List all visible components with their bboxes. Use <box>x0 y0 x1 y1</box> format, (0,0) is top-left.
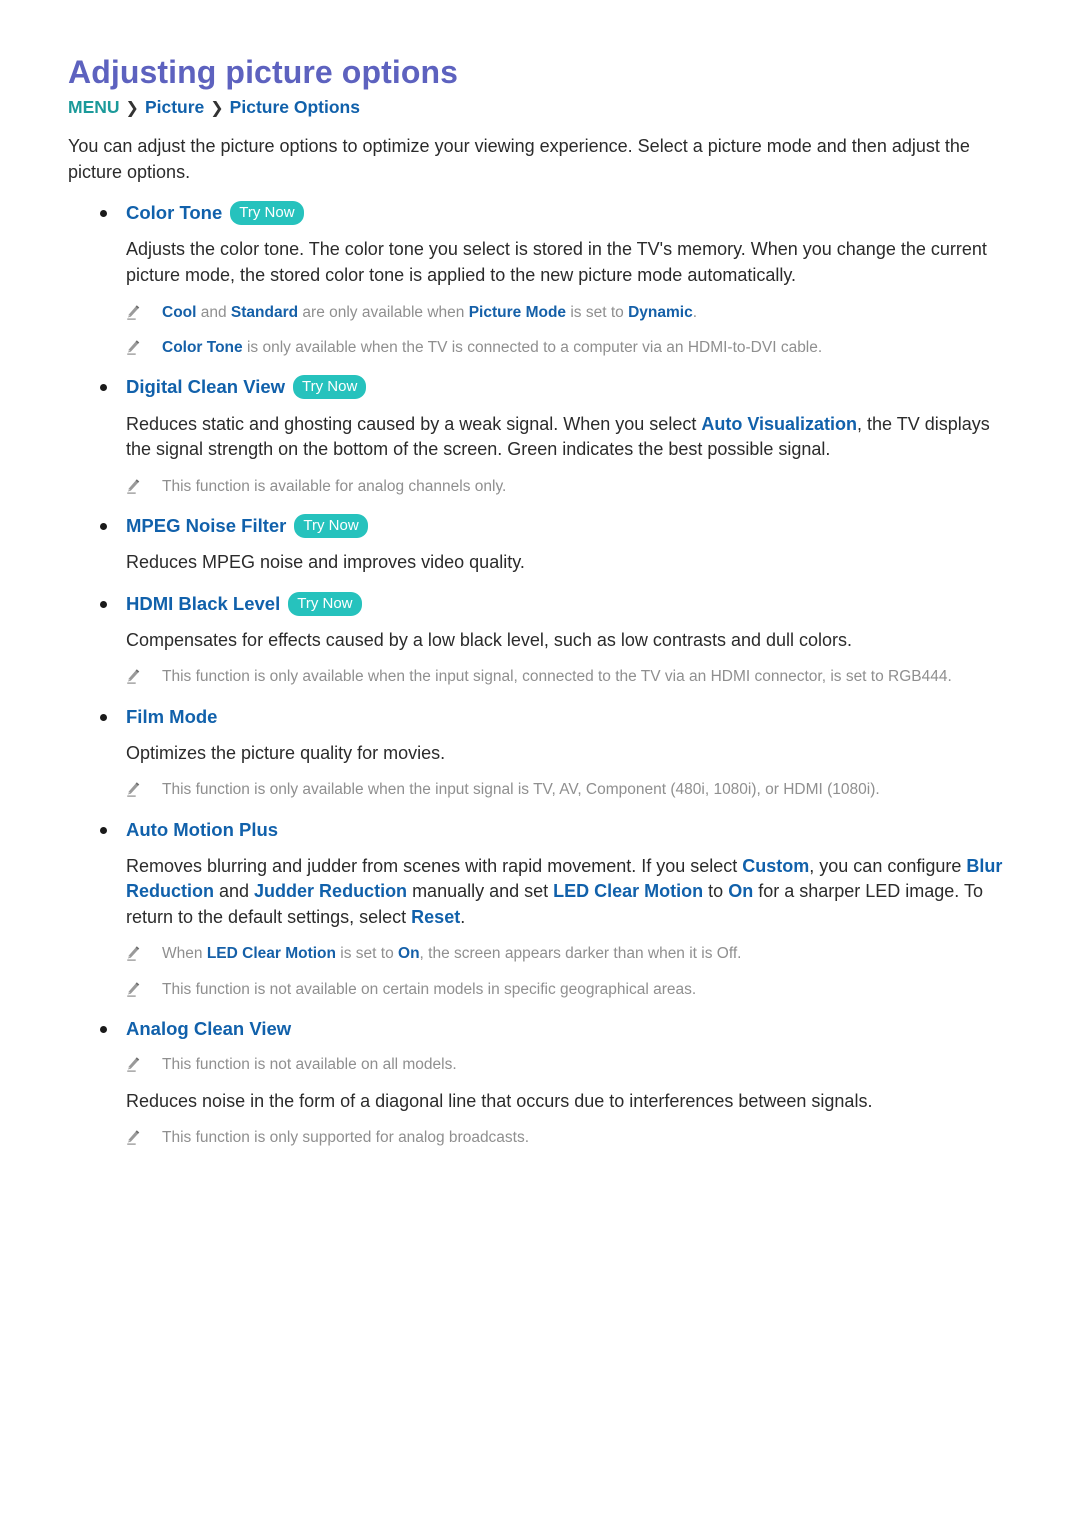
try-now-badge[interactable]: Try Now <box>294 514 368 539</box>
pencil-icon <box>124 667 142 686</box>
breadcrumb-separator-icon: ❯ <box>210 100 224 118</box>
note-text: This function is only supported for anal… <box>162 1129 530 1147</box>
document-page: Adjusting picture options MENU ❯ Picture ❯ P… <box>0 0 1080 1527</box>
note-text: This function is available for analog ch… <box>162 477 507 495</box>
section-heading-mpeg-noise-filter: MPEG Noise Filter Try Now <box>68 514 1012 539</box>
note-item: This function is only supported for anal… <box>68 1127 1012 1149</box>
section-auto-motion-plus: Auto Motion Plus Removes blurring and jud… <box>68 818 1012 1002</box>
section-heading-label: Color Tone <box>126 202 223 224</box>
note-item: Cool and Standard are only available whe… <box>68 302 1012 324</box>
breadcrumb-level1[interactable]: Picture <box>145 97 204 117</box>
note-item: This function is available for analog ch… <box>68 476 1012 498</box>
section-body-analog-clean-view: Reduces noise in the form of a diagonal … <box>126 1090 873 1111</box>
bullet-icon <box>100 600 107 608</box>
pencil-icon <box>124 944 142 963</box>
note-text: This function is only available when the… <box>162 668 952 686</box>
breadcrumb: MENU ❯ Picture ❯ Picture Options <box>68 97 1012 118</box>
try-now-badge[interactable]: Try Now <box>230 201 304 226</box>
section-body-mpeg-noise-filter: Reduces MPEG noise and improves video qu… <box>126 552 525 573</box>
section-body-digital-clean-view: Reduces static and ghosting caused by a … <box>126 413 990 460</box>
note-text: When LED Clear Motion is set to On, the … <box>162 945 742 963</box>
section-heading-label: HDMI Black Level <box>126 592 281 614</box>
section-heading-label: Analog Clean View <box>126 1018 292 1040</box>
section-heading-analog-clean-view: Analog Clean View <box>68 1017 1012 1041</box>
section-heading-digital-clean-view: Digital Clean View Try Now <box>68 375 1012 400</box>
section-heading-label: MPEG Noise Filter <box>126 515 287 537</box>
section-heading-auto-motion-plus: Auto Motion Plus <box>68 818 1012 842</box>
bullet-icon <box>100 523 107 531</box>
section-body-color-tone: Adjusts the color tone. The color tone y… <box>126 239 987 285</box>
page-title: Adjusting picture options <box>68 54 459 90</box>
pencil-icon <box>124 1055 142 1074</box>
section-heading-hdmi-black-level: HDMI Black Level Try Now <box>68 591 1012 616</box>
bullet-icon <box>100 1026 107 1034</box>
section-body-hdmi-black-level: Compensates for effects caused by a low … <box>126 629 853 650</box>
intro-paragraph: You can adjust the picture options to op… <box>68 136 970 182</box>
bullet-icon <box>100 384 107 392</box>
section-analog-clean-view: Analog Clean View This function is not av… <box>68 1017 1012 1150</box>
note-item: When LED Clear Motion is set to On, the … <box>68 943 1012 965</box>
note-item: This function is not available on certai… <box>68 979 1012 1001</box>
note-item: This function is only available when the… <box>68 779 1012 801</box>
document-content: Adjusting picture options MENU ❯ Picture ❯ P… <box>68 54 1012 1150</box>
breadcrumb-level2[interactable]: Picture Options <box>230 97 360 117</box>
pencil-icon <box>124 338 142 357</box>
pencil-icon <box>124 477 142 496</box>
note-text: This function is only available when the… <box>162 781 880 799</box>
section-digital-clean-view: Digital Clean View Try Now Reduces static … <box>68 375 1012 498</box>
section-color-tone: Color Tone Try Now Adjusts the color tone.… <box>68 201 1012 359</box>
note-text: Cool and Standard are only available whe… <box>162 303 698 321</box>
try-now-badge[interactable]: Try Now <box>288 591 362 616</box>
try-now-badge[interactable]: Try Now <box>293 375 367 400</box>
pencil-icon <box>124 780 142 799</box>
breadcrumb-menu[interactable]: MENU <box>68 97 120 117</box>
section-body-film-mode: Optimizes the picture quality for movies… <box>126 742 446 763</box>
note-item: This function is not available on all mo… <box>68 1054 1012 1076</box>
note-text: This function is not available on certai… <box>162 980 697 998</box>
section-heading-label: Digital Clean View <box>126 376 286 398</box>
section-mpeg-noise-filter: MPEG Noise Filter Try Now Reduces MPEG noi… <box>68 514 1012 576</box>
section-heading-label: Auto Motion Plus <box>126 818 279 840</box>
bullet-icon <box>100 826 107 834</box>
note-text: This function is not available on all mo… <box>162 1056 457 1074</box>
note-item: This function is only available when the… <box>68 666 1012 688</box>
section-body-auto-motion-plus: Removes blurring and judder from scenes … <box>126 855 1003 927</box>
section-film-mode: Film Mode Optimizes the picture quality f… <box>68 705 1012 802</box>
sections-list: Color Tone Try Now Adjusts the color tone.… <box>68 201 1012 1150</box>
pencil-icon <box>124 303 142 322</box>
section-heading-label: Film Mode <box>126 705 218 727</box>
bullet-icon <box>100 210 107 218</box>
bullet-icon <box>100 713 107 721</box>
section-heading-film-mode: Film Mode <box>68 705 1012 729</box>
section-hdmi-black-level: HDMI Black Level Try Now Compensates for e… <box>68 591 1012 689</box>
pencil-icon <box>124 980 142 999</box>
note-item: Color Tone is only available when the TV… <box>68 337 1012 359</box>
breadcrumb-separator-icon: ❯ <box>125 100 139 118</box>
note-text: Color Tone is only available when the TV… <box>162 339 823 356</box>
pencil-icon <box>124 1128 142 1147</box>
section-heading-color-tone: Color Tone Try Now <box>68 201 1012 226</box>
